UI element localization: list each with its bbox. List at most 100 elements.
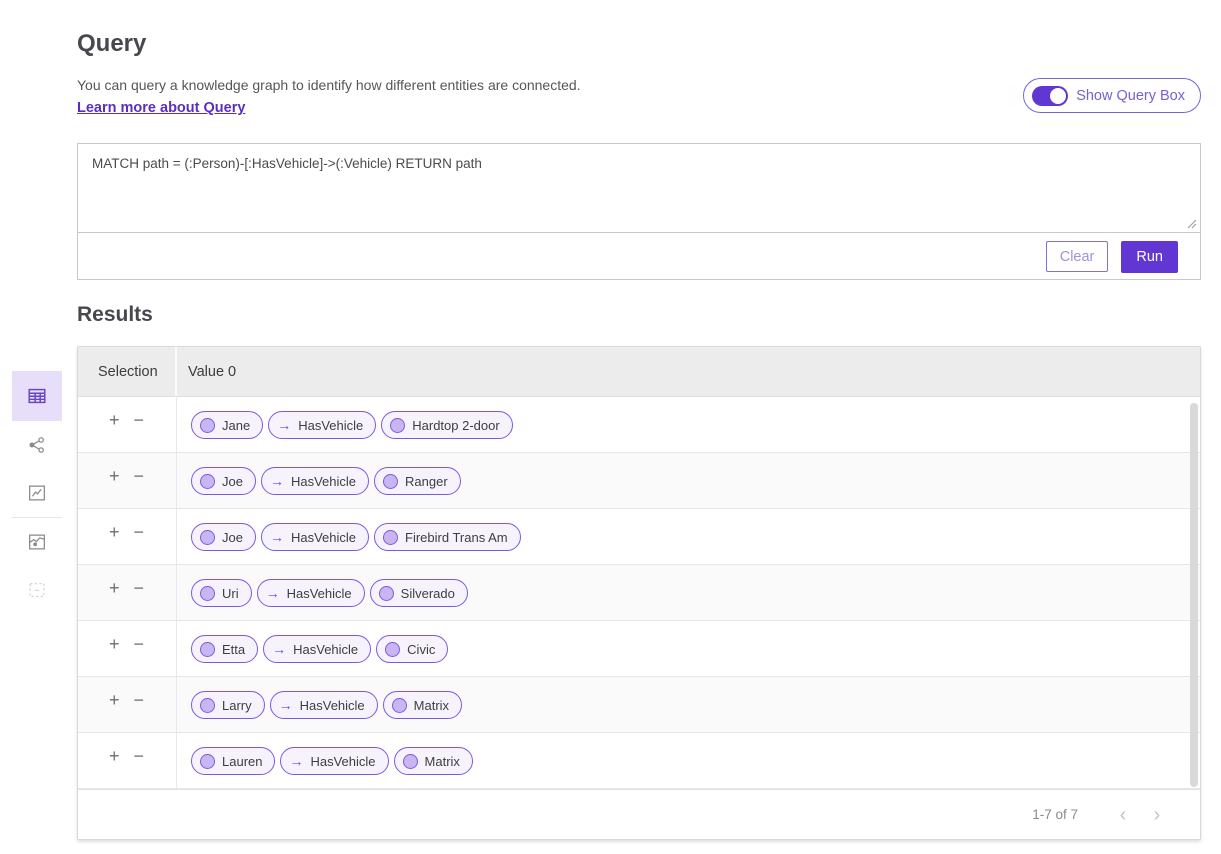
query-input[interactable]: MATCH path = (:Person)-[:HasVehicle]->(:… bbox=[78, 144, 1200, 232]
edge-label: HasVehicle bbox=[310, 754, 375, 769]
query-box-footer: Clear Run bbox=[78, 232, 1200, 280]
learn-more-link[interactable]: Learn more about Query bbox=[77, 100, 245, 116]
collapse-row-button[interactable]: − bbox=[134, 581, 145, 595]
map-view-icon[interactable] bbox=[12, 518, 62, 566]
node-pill[interactable]: Hardtop 2-door bbox=[381, 411, 512, 439]
edge-arrow-icon: → bbox=[270, 474, 284, 488]
row-value-cell: Joe → HasVehicle Firebird Trans Am bbox=[177, 509, 1200, 564]
view-switcher-sidebar bbox=[12, 371, 62, 614]
row-selection-cell: + − bbox=[78, 677, 177, 732]
chart-view-icon[interactable] bbox=[12, 469, 62, 517]
show-query-box-toggle[interactable]: Show Query Box bbox=[1023, 78, 1201, 113]
column-header-value: Value 0 bbox=[177, 364, 236, 380]
edge-label: HasVehicle bbox=[291, 474, 356, 489]
edge-pill[interactable]: → HasVehicle bbox=[261, 523, 369, 551]
node-label: Jane bbox=[222, 418, 250, 433]
node-circle-icon bbox=[392, 698, 407, 713]
node-pill[interactable]: Jane bbox=[191, 411, 263, 439]
results-title: Results bbox=[77, 303, 153, 327]
node-label: Larry bbox=[222, 698, 252, 713]
node-pill[interactable]: Joe bbox=[191, 467, 256, 495]
pagination-prev-icon[interactable]: ‹ bbox=[1106, 805, 1140, 825]
node-pill[interactable]: Matrix bbox=[383, 691, 462, 719]
query-box: MATCH path = (:Person)-[:HasVehicle]->(:… bbox=[77, 143, 1201, 280]
edge-pill[interactable]: → HasVehicle bbox=[268, 411, 376, 439]
edge-arrow-icon: → bbox=[279, 698, 293, 712]
toggle-switch-icon bbox=[1032, 86, 1068, 106]
node-label: Hardtop 2-door bbox=[412, 418, 499, 433]
column-header-selection: Selection bbox=[78, 347, 177, 396]
collapse-row-button[interactable]: − bbox=[134, 413, 145, 427]
node-pill[interactable]: Firebird Trans Am bbox=[374, 523, 521, 551]
row-selection-cell: + − bbox=[78, 509, 177, 564]
node-pill[interactable]: Uri bbox=[191, 579, 252, 607]
row-selection-cell: + − bbox=[78, 733, 177, 788]
pagination-label: 1-7 of 7 bbox=[1032, 807, 1078, 822]
edge-pill[interactable]: → HasVehicle bbox=[261, 467, 369, 495]
row-value-cell: Lauren → HasVehicle Matrix bbox=[177, 733, 1200, 788]
node-circle-icon bbox=[383, 474, 398, 489]
edge-pill[interactable]: → HasVehicle bbox=[280, 747, 388, 775]
pagination-bar: 1-7 of 7 ‹ › bbox=[78, 789, 1200, 839]
edge-arrow-icon: → bbox=[289, 754, 303, 768]
widget-view-icon bbox=[12, 566, 62, 614]
node-label: Silverado bbox=[401, 586, 455, 601]
node-label: Etta bbox=[222, 642, 245, 657]
table-row: + − Etta → HasVehicle Civic bbox=[78, 621, 1200, 677]
table-scrollbar[interactable] bbox=[1190, 403, 1198, 787]
collapse-row-button[interactable]: − bbox=[134, 525, 145, 539]
edge-pill[interactable]: → HasVehicle bbox=[263, 635, 371, 663]
node-pill[interactable]: Larry bbox=[191, 691, 265, 719]
node-circle-icon bbox=[200, 642, 215, 657]
clear-button[interactable]: Clear bbox=[1046, 241, 1109, 272]
edge-pill[interactable]: → HasVehicle bbox=[257, 579, 365, 607]
node-circle-icon bbox=[385, 642, 400, 657]
node-pill[interactable]: Civic bbox=[376, 635, 448, 663]
node-circle-icon bbox=[379, 586, 394, 601]
expand-row-button[interactable]: + bbox=[109, 469, 120, 483]
collapse-row-button[interactable]: − bbox=[134, 637, 145, 651]
edge-label: HasVehicle bbox=[298, 418, 363, 433]
node-circle-icon bbox=[200, 698, 215, 713]
node-pill[interactable]: Lauren bbox=[191, 747, 275, 775]
table-row: + − Larry → HasVehicle Matrix bbox=[78, 677, 1200, 733]
expand-row-button[interactable]: + bbox=[109, 413, 120, 427]
expand-row-button[interactable]: + bbox=[109, 749, 120, 763]
row-value-cell: Jane → HasVehicle Hardtop 2-door bbox=[177, 397, 1200, 452]
row-value-cell: Uri → HasVehicle Silverado bbox=[177, 565, 1200, 620]
edge-label: HasVehicle bbox=[287, 586, 352, 601]
graph-view-icon[interactable] bbox=[12, 421, 62, 469]
node-pill[interactable]: Silverado bbox=[370, 579, 468, 607]
node-pill[interactable]: Etta bbox=[191, 635, 258, 663]
node-label: Ranger bbox=[405, 474, 448, 489]
collapse-row-button[interactable]: − bbox=[134, 693, 145, 707]
edge-arrow-icon: → bbox=[266, 586, 280, 600]
node-circle-icon bbox=[390, 418, 405, 433]
collapse-row-button[interactable]: − bbox=[134, 749, 145, 763]
expand-row-button[interactable]: + bbox=[109, 693, 120, 707]
node-pill[interactable]: Matrix bbox=[394, 747, 473, 775]
row-value-cell: Larry → HasVehicle Matrix bbox=[177, 677, 1200, 732]
edge-arrow-icon: → bbox=[277, 418, 291, 432]
node-circle-icon bbox=[383, 530, 398, 545]
node-label: Firebird Trans Am bbox=[405, 530, 508, 545]
expand-row-button[interactable]: + bbox=[109, 581, 120, 595]
node-circle-icon bbox=[200, 418, 215, 433]
edge-pill[interactable]: → HasVehicle bbox=[270, 691, 378, 719]
pagination-next-icon[interactable]: › bbox=[1140, 805, 1174, 825]
node-circle-icon bbox=[200, 754, 215, 769]
expand-row-button[interactable]: + bbox=[109, 637, 120, 651]
table-row: + − Uri → HasVehicle Silverado bbox=[78, 565, 1200, 621]
resize-grip-icon[interactable] bbox=[1187, 219, 1197, 229]
table-view-icon[interactable] bbox=[12, 371, 62, 421]
table-row: + − Jane → HasVehicle Hardtop 2-door bbox=[78, 397, 1200, 453]
table-header: Selection Value 0 bbox=[78, 347, 1200, 397]
expand-row-button[interactable]: + bbox=[109, 525, 120, 539]
node-pill[interactable]: Ranger bbox=[374, 467, 461, 495]
toggle-label: Show Query Box bbox=[1076, 88, 1185, 104]
node-pill[interactable]: Joe bbox=[191, 523, 256, 551]
run-button[interactable]: Run bbox=[1121, 241, 1178, 273]
results-table: Selection Value 0 + − Jane → HasVehicle … bbox=[77, 346, 1201, 840]
collapse-row-button[interactable]: − bbox=[134, 469, 145, 483]
edge-label: HasVehicle bbox=[293, 642, 358, 657]
